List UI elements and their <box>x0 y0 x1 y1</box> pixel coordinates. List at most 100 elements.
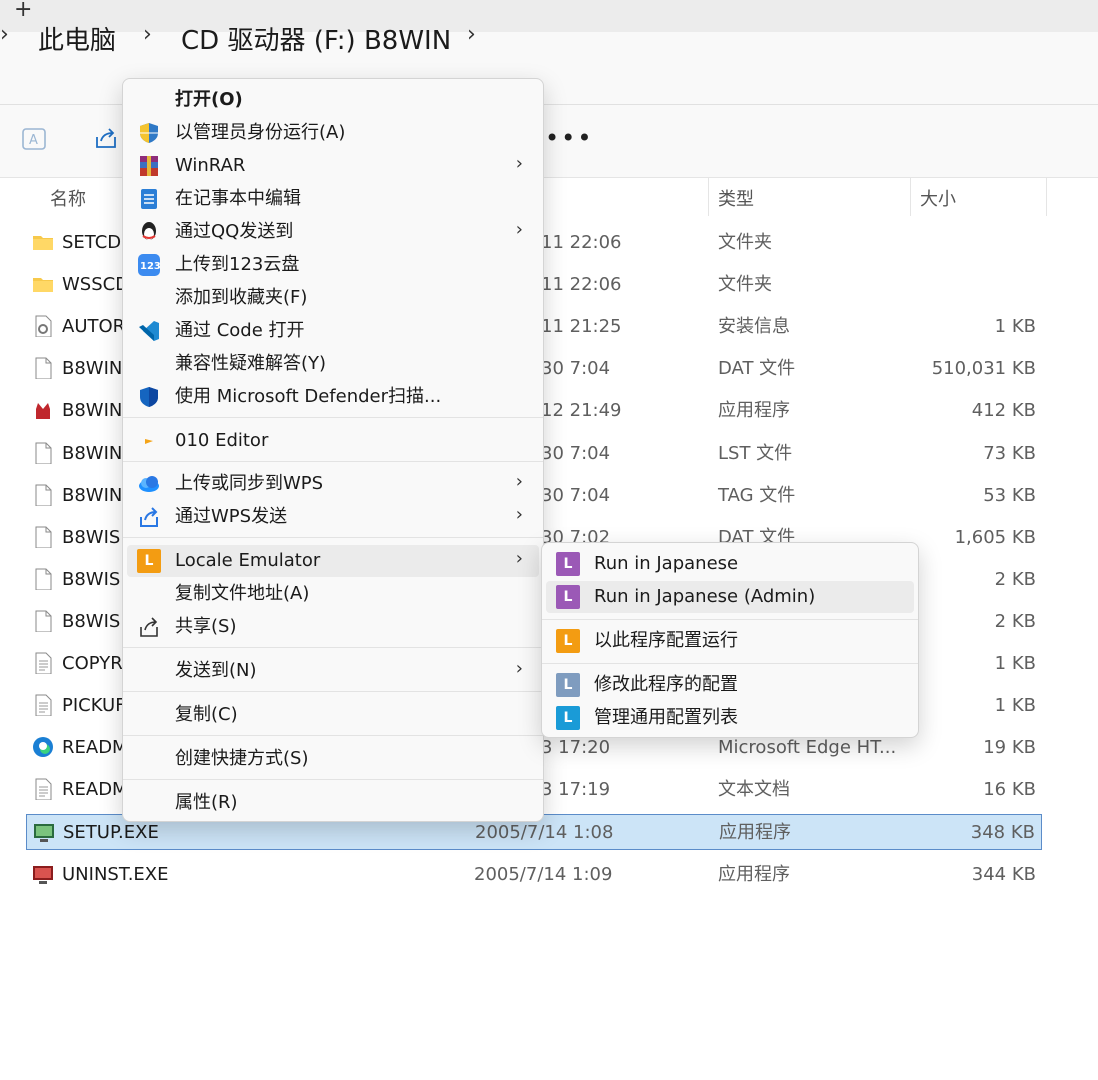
column-divider[interactable] <box>910 178 911 216</box>
file-date: 3 17:19 <box>541 779 611 801</box>
breadcrumb-separator[interactable]: › <box>467 22 476 47</box>
locale-submenu-item[interactable]: L 修改此程序的配置 <box>546 669 914 701</box>
context-menu-item-label: 上传或同步到WPS <box>175 473 324 494</box>
locale-emulator-icon: L <box>556 706 580 730</box>
file-name: B8WIS. <box>62 610 127 632</box>
context-menu-item[interactable]: 使用 Microsoft Defender扫描... <box>127 381 539 413</box>
context-menu-item-label: 创建快捷方式(S) <box>175 748 309 769</box>
file-date: 12 21:49 <box>541 400 622 422</box>
010-editor-icon <box>145 439 153 444</box>
context-menu-item[interactable]: 在记事本中编辑 <box>127 183 539 215</box>
file-date: 11 22:06 <box>541 274 622 296</box>
file-date: 30 7:04 <box>541 484 611 506</box>
context-menu-item[interactable]: 属性(R) <box>127 787 539 819</box>
context-menu-item-label: 属性(R) <box>175 792 238 813</box>
locale-submenu-item[interactable]: L 管理通用配置列表 <box>546 702 914 734</box>
context-menu-item[interactable]: 打开(O) <box>127 84 539 116</box>
file-size: 1 KB <box>994 653 1036 674</box>
file-type: 应用程序 <box>718 863 790 885</box>
context-menu: 打开(O) 以管理员身份运行(A) WinRAR › 在记事本中编辑 通过QQ发送到 › 12… <box>122 78 544 822</box>
context-menu-item-label: 通过 Code 打开 <box>175 320 305 341</box>
tab-strip <box>0 0 1098 32</box>
locale-emulator-icon: L <box>137 549 161 573</box>
context-menu-item[interactable]: WinRAR › <box>127 150 539 182</box>
file-icon <box>35 442 52 464</box>
menu-separator <box>123 461 543 462</box>
file-type: 应用程序 <box>718 400 790 422</box>
breadcrumb-separator[interactable]: › <box>0 22 9 47</box>
locale-submenu-item[interactable]: L Run in Japanese <box>546 548 914 580</box>
file-name: B8WIN <box>62 442 123 464</box>
locale-submenu-item[interactable]: L Run in Japanese (Admin) <box>546 581 914 613</box>
file-date: 30 7:04 <box>541 442 611 464</box>
locale-submenu-item-label: 管理通用配置列表 <box>594 707 738 728</box>
file-icon <box>35 526 52 548</box>
context-menu-item[interactable]: 共享(S) <box>127 611 539 643</box>
context-menu-item[interactable]: 发送到(N) › <box>127 655 539 687</box>
context-menu-item[interactable]: 复制(C) <box>127 699 539 731</box>
locale-submenu-item[interactable]: L 以此程序配置运行 <box>546 625 914 657</box>
context-menu-item[interactable]: 通过WPS发送 › <box>127 501 539 533</box>
context-menu-item[interactable]: 上传或同步到WPS › <box>127 468 539 500</box>
file-name: READM <box>62 737 128 759</box>
share-icon[interactable] <box>92 125 120 153</box>
context-menu-item[interactable]: 添加到收藏夹(F) <box>127 282 539 314</box>
column-divider[interactable] <box>708 178 709 216</box>
breadcrumb-separator[interactable]: › <box>143 22 152 47</box>
context-menu-item-label: 打开(O) <box>175 89 243 110</box>
file-date: 30 7:04 <box>541 358 611 380</box>
vscode-icon <box>139 321 159 341</box>
file-date: 2005/7/14 1:08 <box>475 822 614 844</box>
menu-separator <box>123 537 543 538</box>
breadcrumb-this-pc[interactable]: 此电脑 <box>38 20 116 57</box>
breadcrumb-cd-drive[interactable]: CD 驱动器 (F:) B8WIN <box>181 20 451 57</box>
more-options-button[interactable]: ••• <box>545 124 593 152</box>
context-menu-item[interactable]: 以管理员身份运行(A) <box>127 117 539 149</box>
file-icon <box>35 357 52 380</box>
uac-shield-icon <box>140 123 158 143</box>
menu-separator <box>542 619 918 620</box>
locale-submenu-item-label: Run in Japanese (Admin) <box>594 586 816 607</box>
column-header-type[interactable]: 类型 <box>718 185 754 211</box>
file-icon <box>35 568 52 590</box>
file-name: B8WIS. <box>62 568 127 590</box>
submenu-arrow-icon: › <box>515 153 523 174</box>
context-menu-item-label: 010 Editor <box>175 430 269 451</box>
file-date: 11 21:25 <box>541 316 622 338</box>
rename-icon[interactable]: A <box>20 125 48 153</box>
menu-separator <box>123 691 543 692</box>
column-divider[interactable] <box>1046 178 1047 216</box>
file-name: WSSCD <box>62 274 130 296</box>
column-header-name[interactable]: 名称 <box>50 185 86 211</box>
menu-separator <box>123 647 543 648</box>
file-name: B8WIS. <box>62 526 127 548</box>
setup-exe-icon <box>34 824 54 843</box>
file-date: 3 17:20 <box>541 737 611 759</box>
file-row[interactable]: UNINST.EXE 2005/7/14 1:09 应用程序 344 KB <box>26 857 1042 893</box>
context-menu-item[interactable]: 010 Editor <box>127 425 539 457</box>
context-menu-item[interactable]: 复制文件地址(A) <box>127 578 539 610</box>
cloud-123-icon: 123 <box>138 254 161 276</box>
context-menu-item[interactable]: 通过 Code 打开 <box>127 315 539 347</box>
edge-icon <box>33 737 53 758</box>
file-size: 2 KB <box>994 568 1036 590</box>
file-type: TAG 文件 <box>718 484 796 506</box>
context-menu-item[interactable]: 兼容性疑难解答(Y) <box>127 348 539 380</box>
context-menu-item[interactable]: 123 上传到123云盘 <box>127 249 539 281</box>
file-size: 16 KB <box>983 779 1036 801</box>
context-menu-item[interactable]: L Locale Emulator › <box>127 545 539 577</box>
column-header-size[interactable]: 大小 <box>920 185 956 211</box>
context-menu-item-label: 在记事本中编辑 <box>175 188 301 209</box>
submenu-arrow-icon: › <box>515 548 523 569</box>
context-menu-item[interactable]: 创建快捷方式(S) <box>127 743 539 775</box>
context-menu-item[interactable]: 通过QQ发送到 › <box>127 216 539 248</box>
context-menu-item-label: 上传到123云盘 <box>175 254 300 275</box>
text-file-icon <box>35 652 52 674</box>
new-tab-button[interactable]: + <box>14 0 32 21</box>
file-name: READM <box>62 779 128 801</box>
wps-send-icon <box>140 507 158 527</box>
file-name: UNINST.EXE <box>62 863 169 885</box>
file-size: 73 KB <box>983 442 1036 464</box>
file-type: Microsoft Edge HT... <box>718 737 897 759</box>
locale-emulator-submenu: L Run in Japanese L Run in Japanese (Admin)… <box>541 542 919 738</box>
